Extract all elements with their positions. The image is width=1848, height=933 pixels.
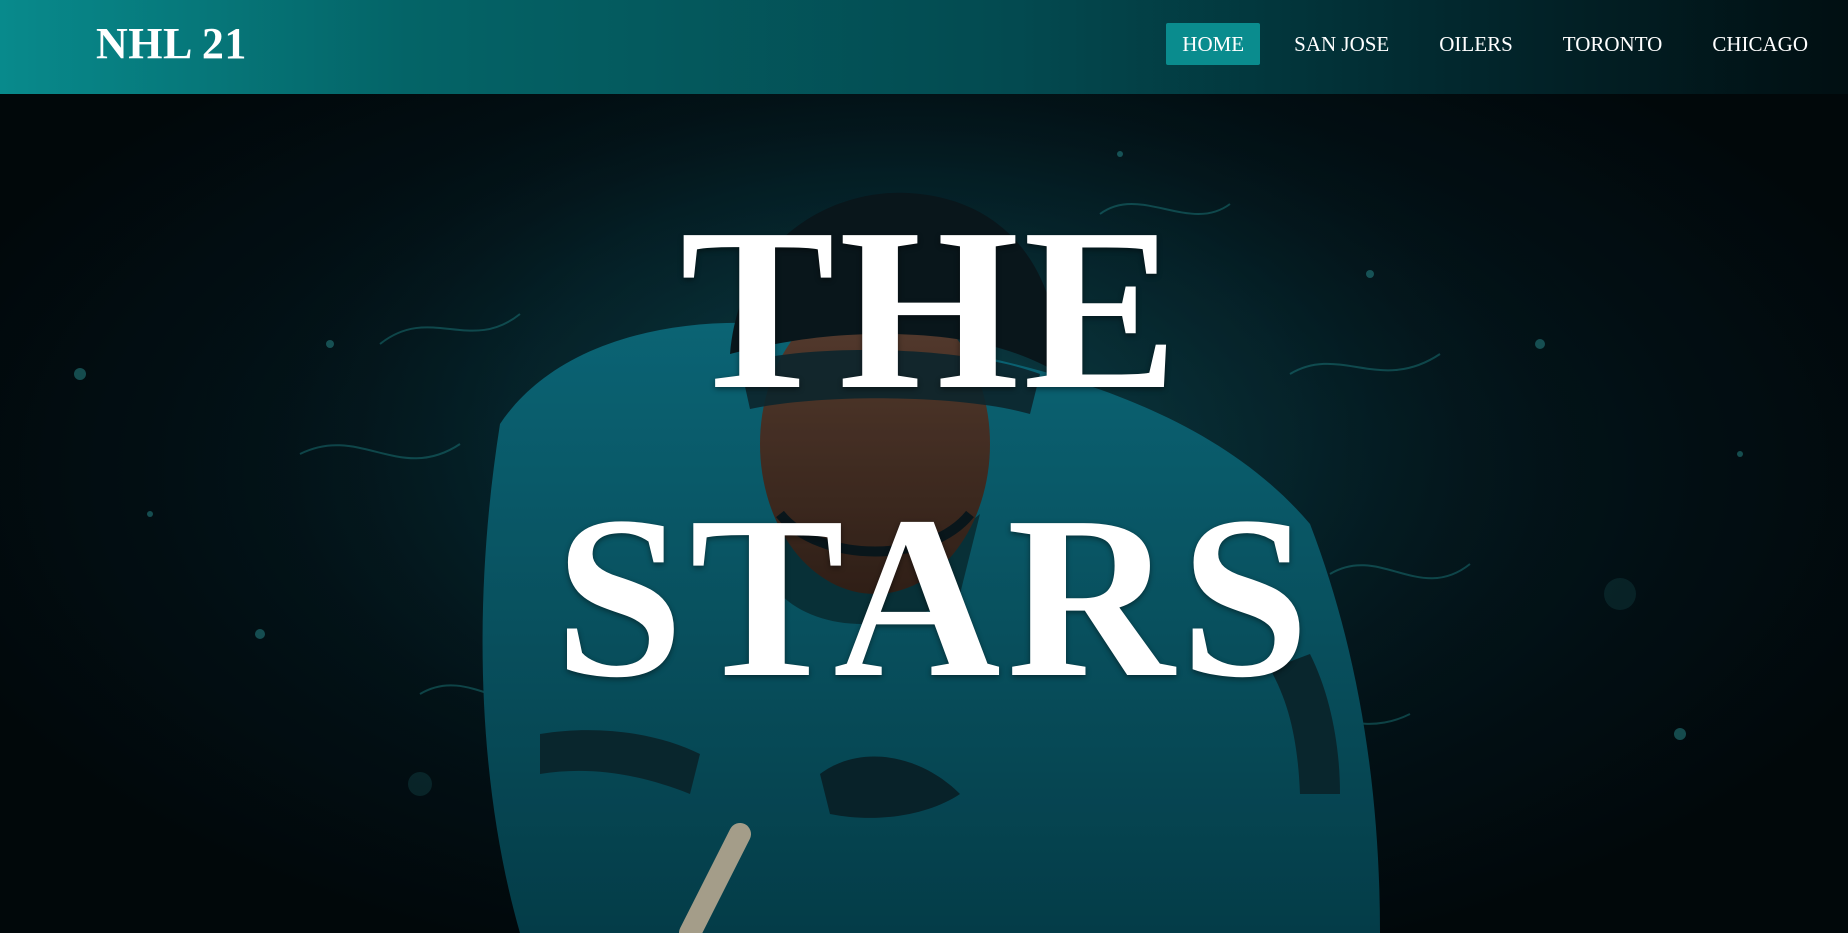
nav-item-home[interactable]: HOME — [1166, 23, 1261, 65]
nav-item-chicago[interactable]: CHICAGO — [1696, 23, 1824, 65]
hero-section: THE STARS — [0, 94, 1848, 933]
brand-logo-text[interactable]: NHL 21 — [96, 18, 247, 69]
nav-item-oilers[interactable]: OILERS — [1423, 23, 1529, 65]
top-navigation-bar: NHL 21 HOME SAN JOSE OILERS TORONTO CHIC… — [0, 0, 1848, 94]
hero-title-line-2: STARS — [554, 469, 1316, 726]
main-nav: HOME SAN JOSE OILERS TORONTO CHICAGO — [1148, 23, 1824, 65]
hero-title-line-1: THE — [680, 181, 1182, 438]
page: NHL 21 HOME SAN JOSE OILERS TORONTO CHIC… — [0, 0, 1848, 933]
nav-item-san-jose[interactable]: SAN JOSE — [1278, 23, 1405, 65]
nav-item-toronto[interactable]: TORONTO — [1547, 23, 1679, 65]
